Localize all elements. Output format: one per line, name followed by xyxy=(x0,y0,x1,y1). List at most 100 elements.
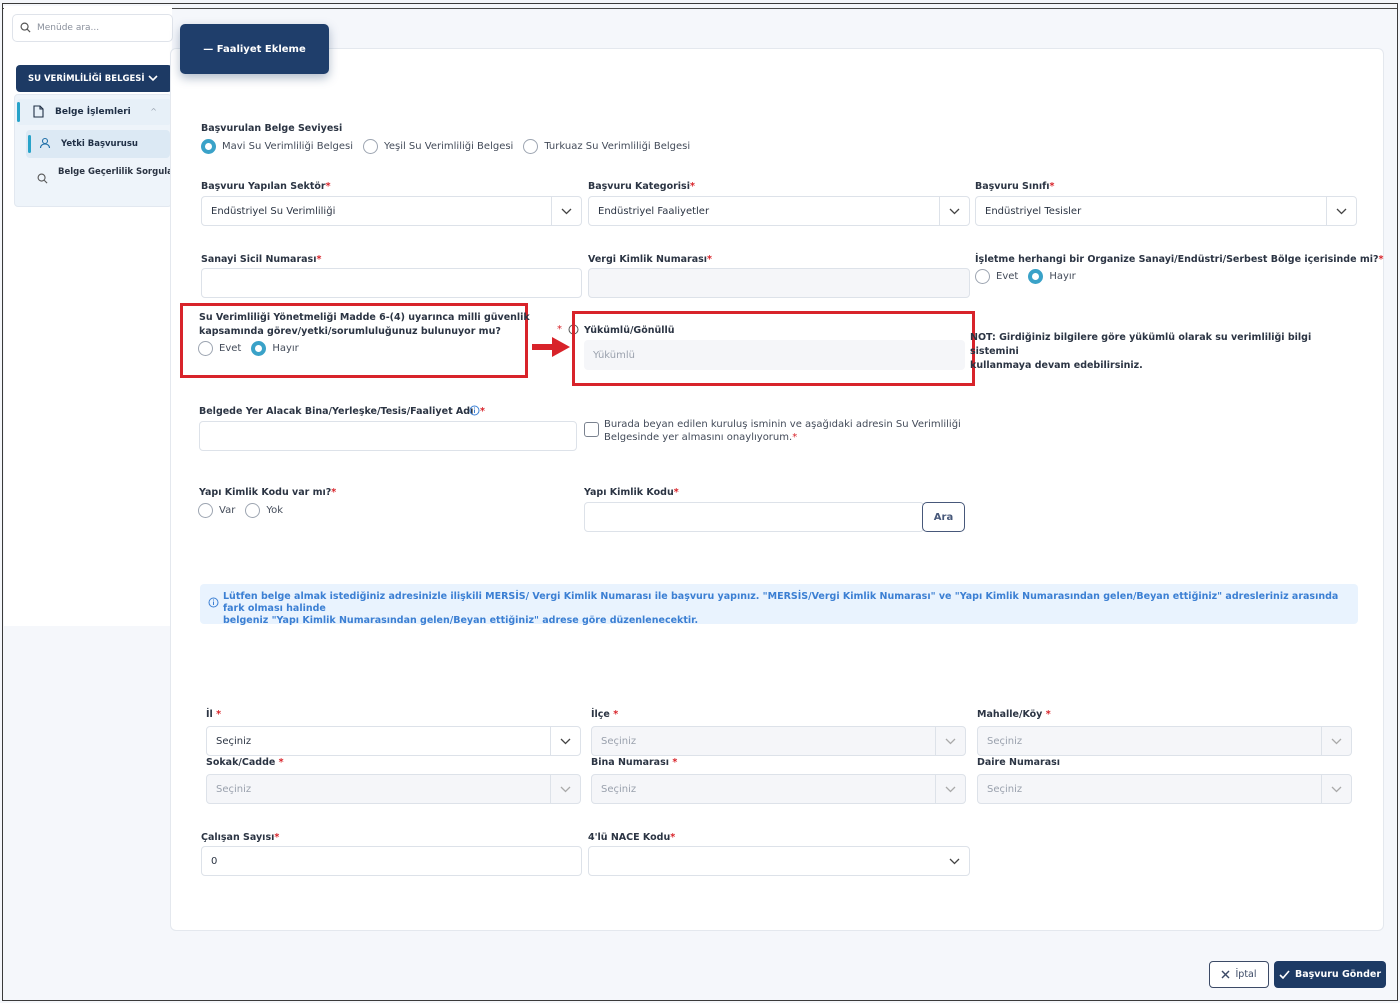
activity-add-tab[interactable]: — Faaliyet Ekleme xyxy=(180,24,329,74)
submit-button[interactable]: Başvuru Gönder xyxy=(1274,961,1386,988)
city-label: İl * xyxy=(206,709,222,720)
chevron-down-icon xyxy=(935,775,965,803)
district-select[interactable]: Seçiniz xyxy=(591,726,966,756)
security-no[interactable]: Hayır xyxy=(251,341,299,356)
apartment-no-select[interactable]: Seçiniz xyxy=(977,774,1352,804)
search-button[interactable]: Ara xyxy=(922,502,965,532)
zone-label: İşletme herhangi bir Organize Sanayi/End… xyxy=(975,254,1384,265)
tab-label: — Faaliyet Ekleme xyxy=(203,43,306,55)
certificate-menu-label: SU VERİMLİLİĞİ BELGESİ xyxy=(28,73,145,84)
chevron-up-icon: ^ xyxy=(150,107,157,116)
registry-label: Sanayi Sicil Numarası* xyxy=(201,254,322,265)
class-label: Başvuru Sınıfı* xyxy=(975,181,1055,192)
class-select[interactable]: Endüstriyel Tesisler xyxy=(975,196,1357,226)
info-icon[interactable] xyxy=(469,405,480,416)
active-indicator xyxy=(17,102,20,122)
consent-checkbox[interactable] xyxy=(584,422,599,437)
chevron-down-icon xyxy=(939,847,969,875)
radio[interactable] xyxy=(363,139,379,154)
check-icon xyxy=(1279,970,1290,979)
facility-input[interactable] xyxy=(199,421,577,451)
security-radio-group: Evet Hayır xyxy=(198,341,309,356)
obligation-note: NOT: Girdiğiniz bilgilere göre yükümlü o… xyxy=(970,332,1312,371)
zone-radio-group: Evet Hayır xyxy=(975,269,1086,284)
chevron-down-icon xyxy=(148,75,158,82)
employees-input[interactable]: 0 xyxy=(201,846,582,876)
nace-label: 4'lü NACE Kodu* xyxy=(588,832,676,843)
sidebar-item-label: Belge Geçerlilik Sorgulama xyxy=(58,167,188,177)
user-icon xyxy=(39,137,51,149)
chevron-down-icon xyxy=(1326,197,1356,225)
chevron-down-icon xyxy=(550,727,580,755)
obligation-label: Yükümlü/Gönüllü xyxy=(584,325,675,336)
sidebar-item-label: Yetki Başvurusu xyxy=(61,139,138,149)
radio-selected[interactable] xyxy=(201,139,216,154)
building-code-radio-group: Var Yok xyxy=(198,503,293,518)
district-label: İlçe * xyxy=(591,709,619,720)
radio-selected[interactable] xyxy=(1028,269,1044,284)
employees-label: Çalışan Sayısı* xyxy=(201,832,280,843)
building-code-label: Yapı Kimlik Kodu* xyxy=(584,487,679,498)
chevron-down-icon xyxy=(1321,727,1351,755)
city-select[interactable]: Seçiniz xyxy=(206,726,581,756)
zone-yes[interactable]: Evet xyxy=(975,269,1018,284)
security-yes[interactable]: Evet xyxy=(198,341,241,356)
tax-label: Vergi Kimlik Numarası* xyxy=(588,254,712,265)
radio[interactable] xyxy=(198,503,213,518)
facility-label: Belgede Yer Alacak Bina/Yerleşke/Tesis/F… xyxy=(199,406,485,417)
info-icon xyxy=(208,597,219,608)
sidebar-item-label: Belge İşlemleri xyxy=(55,107,131,117)
level-option-turquoise[interactable]: Turkuaz Su Verimliliği Belgesi xyxy=(523,139,690,154)
arrow-right-icon xyxy=(532,337,570,357)
registry-input[interactable] xyxy=(201,268,582,298)
sidebar-submenu: Belge İşlemleri ^ Yetki Başvurusu Belge … xyxy=(14,94,188,207)
sector-select[interactable]: Endüstriyel Su Verimliliği xyxy=(201,196,582,226)
radio[interactable] xyxy=(523,139,539,154)
sidebar-item-yetki-basvurusu[interactable]: Yetki Başvurusu xyxy=(26,130,170,158)
street-label: Sokak/Cadde * xyxy=(206,757,284,768)
menu-search[interactable] xyxy=(12,14,173,42)
neighborhood-label: Mahalle/Köy * xyxy=(977,709,1051,720)
close-icon xyxy=(1221,970,1230,979)
sector-label: Başvuru Yapılan Sektör* xyxy=(201,181,331,192)
chevron-down-icon xyxy=(935,727,965,755)
consent-label: Burada beyan edilen kuruluş isminin ve a… xyxy=(604,419,961,443)
chevron-down-icon xyxy=(550,775,580,803)
building-code-yes[interactable]: Var xyxy=(198,503,235,518)
radio[interactable] xyxy=(975,269,990,284)
category-select[interactable]: Endüstriyel Faaliyetler xyxy=(588,196,970,226)
chevron-down-icon xyxy=(1321,775,1351,803)
menu-search-input[interactable] xyxy=(37,19,167,37)
radio[interactable] xyxy=(198,341,213,356)
radio-selected[interactable] xyxy=(251,341,267,356)
obligation-input[interactable]: Yükümlü xyxy=(584,340,965,370)
neighborhood-select[interactable]: Seçiniz xyxy=(977,726,1352,756)
search-icon xyxy=(20,22,31,33)
level-option-green[interactable]: Yeşil Su Verimliliği Belgesi xyxy=(363,139,513,154)
info-text: Lütfen belge almak istediğiniz adresiniz… xyxy=(223,591,1339,626)
sidebar: SU VERİMLİLİĞİ BELGESİ Belge İşlemleri ^… xyxy=(4,6,188,626)
sidebar-item-belge-islemleri[interactable]: Belge İşlemleri ^ xyxy=(17,99,171,125)
certificate-menu-button[interactable]: SU VERİMLİLİĞİ BELGESİ xyxy=(16,65,172,92)
building-no-select[interactable]: Seçiniz xyxy=(591,774,966,804)
building-code-question-label: Yapı Kimlik Kodu var mı?* xyxy=(199,487,337,498)
category-label: Başvuru Kategorisi* xyxy=(588,181,695,192)
top-divider xyxy=(3,8,1397,9)
radio[interactable] xyxy=(245,503,261,518)
address-info-alert: Lütfen belge almak istediğiniz adresiniz… xyxy=(200,584,1358,626)
tax-input[interactable] xyxy=(588,268,970,298)
search-icon xyxy=(37,173,48,184)
cancel-button[interactable]: İptal xyxy=(1209,961,1269,988)
chevron-down-icon xyxy=(551,197,581,225)
building-code-no[interactable]: Yok xyxy=(245,503,283,518)
street-select[interactable]: Seçiniz xyxy=(206,774,581,804)
level-option-blue[interactable]: Mavi Su Verimliliği Belgesi xyxy=(201,139,353,154)
building-code-input[interactable] xyxy=(584,502,924,532)
active-indicator xyxy=(28,135,31,153)
document-icon xyxy=(33,105,44,118)
apartment-no-label: Daire Numarası xyxy=(977,757,1061,768)
chevron-down-icon xyxy=(939,197,969,225)
nace-select[interactable] xyxy=(588,846,970,876)
zone-no[interactable]: Hayır xyxy=(1028,269,1076,284)
level-label: Başvurulan Belge Seviyesi xyxy=(201,123,343,134)
